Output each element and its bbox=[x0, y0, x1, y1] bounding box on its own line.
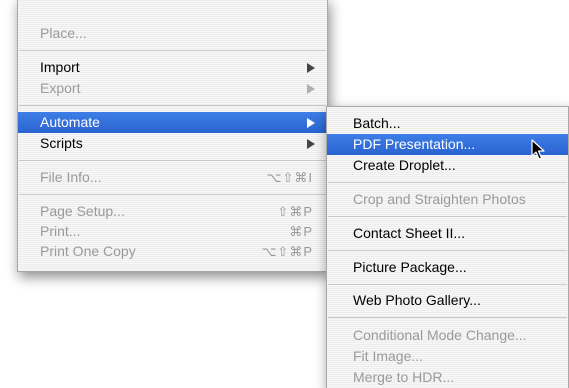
submenu-item-crop-straighten[interactable]: Crop and Straighten Photos bbox=[327, 189, 568, 210]
menu-item-label: Contact Sheet II... bbox=[353, 225, 466, 241]
menu-item-label: Crop and Straighten Photos bbox=[353, 191, 526, 207]
screenshot-stage: Place... Import Export Automate Scripts … bbox=[0, 0, 569, 388]
menu-item-scripts[interactable]: Scripts bbox=[18, 133, 327, 154]
menu-item-label: Import bbox=[40, 59, 80, 75]
menu-item-label: Place... bbox=[40, 25, 87, 41]
menu-separator bbox=[19, 194, 326, 195]
menu-separator bbox=[328, 317, 567, 318]
menu-item-label: Export bbox=[40, 80, 81, 96]
menu-item-print-one-copy[interactable]: Print One Copy ⌥⇧⌘P bbox=[18, 241, 327, 262]
menu-item-export[interactable]: Export bbox=[18, 78, 327, 99]
menu-item-page-setup[interactable]: Page Setup... ⇧⌘P bbox=[18, 201, 327, 222]
menu-separator bbox=[328, 284, 567, 285]
menu-item-label: Print... bbox=[40, 223, 81, 239]
menu-item-label: Print One Copy bbox=[40, 243, 136, 259]
menu-separator bbox=[328, 216, 567, 217]
submenu-item-web-photo-gallery[interactable]: Web Photo Gallery... bbox=[327, 290, 568, 311]
menu-item-automate[interactable]: Automate bbox=[18, 112, 327, 133]
menu-separator bbox=[19, 105, 326, 106]
keyboard-shortcut: ⌥⇧⌘I bbox=[266, 170, 313, 185]
submenu-item-batch[interactable]: Batch... bbox=[327, 113, 568, 134]
menu-separator bbox=[19, 160, 326, 161]
menu-separator bbox=[19, 50, 326, 51]
menu-item-file-info[interactable]: File Info... ⌥⇧⌘I bbox=[18, 167, 327, 188]
triangle-right-icon bbox=[307, 84, 315, 94]
submenu-item-contact-sheet[interactable]: Contact Sheet II... bbox=[327, 223, 568, 244]
menu-item-label: Picture Package... bbox=[353, 259, 467, 275]
triangle-right-icon bbox=[307, 139, 315, 149]
keyboard-shortcut: ⌘P bbox=[289, 224, 313, 239]
triangle-right-icon bbox=[307, 63, 315, 73]
menu-item-label: Conditional Mode Change... bbox=[353, 327, 527, 343]
menu-item-label: PDF Presentation... bbox=[353, 136, 476, 152]
menu-item-label: File Info... bbox=[40, 169, 102, 185]
menu-item-label: Automate bbox=[40, 114, 100, 130]
submenu-item-merge-hdr[interactable]: Merge to HDR... bbox=[327, 367, 568, 388]
keyboard-shortcut: ⇧⌘P bbox=[277, 204, 313, 219]
menu-item-label: Batch... bbox=[353, 115, 401, 131]
menu-item-print[interactable]: Print... ⌘P bbox=[18, 221, 327, 242]
menu-item-label: Scripts bbox=[40, 135, 83, 151]
submenu-item-picture-package[interactable]: Picture Package... bbox=[327, 257, 568, 278]
arrow-cursor-icon bbox=[531, 139, 545, 160]
file-menu: Place... Import Export Automate Scripts … bbox=[17, 0, 328, 272]
menu-item-label: Merge to HDR... bbox=[353, 369, 455, 385]
menu-item-label: Create Droplet... bbox=[353, 157, 456, 173]
menu-item-place[interactable]: Place... bbox=[18, 23, 327, 44]
menu-item-import[interactable]: Import bbox=[18, 57, 327, 78]
submenu-item-conditional-mode[interactable]: Conditional Mode Change... bbox=[327, 325, 568, 346]
menu-separator bbox=[328, 250, 567, 251]
keyboard-shortcut: ⌥⇧⌘P bbox=[261, 244, 313, 259]
triangle-right-icon bbox=[307, 118, 315, 128]
menu-item-label: Page Setup... bbox=[40, 203, 125, 219]
submenu-item-fit-image[interactable]: Fit Image... bbox=[327, 346, 568, 367]
menu-item-label: Fit Image... bbox=[353, 348, 424, 364]
menu-separator bbox=[328, 182, 567, 183]
menu-item-label: Web Photo Gallery... bbox=[353, 292, 481, 308]
